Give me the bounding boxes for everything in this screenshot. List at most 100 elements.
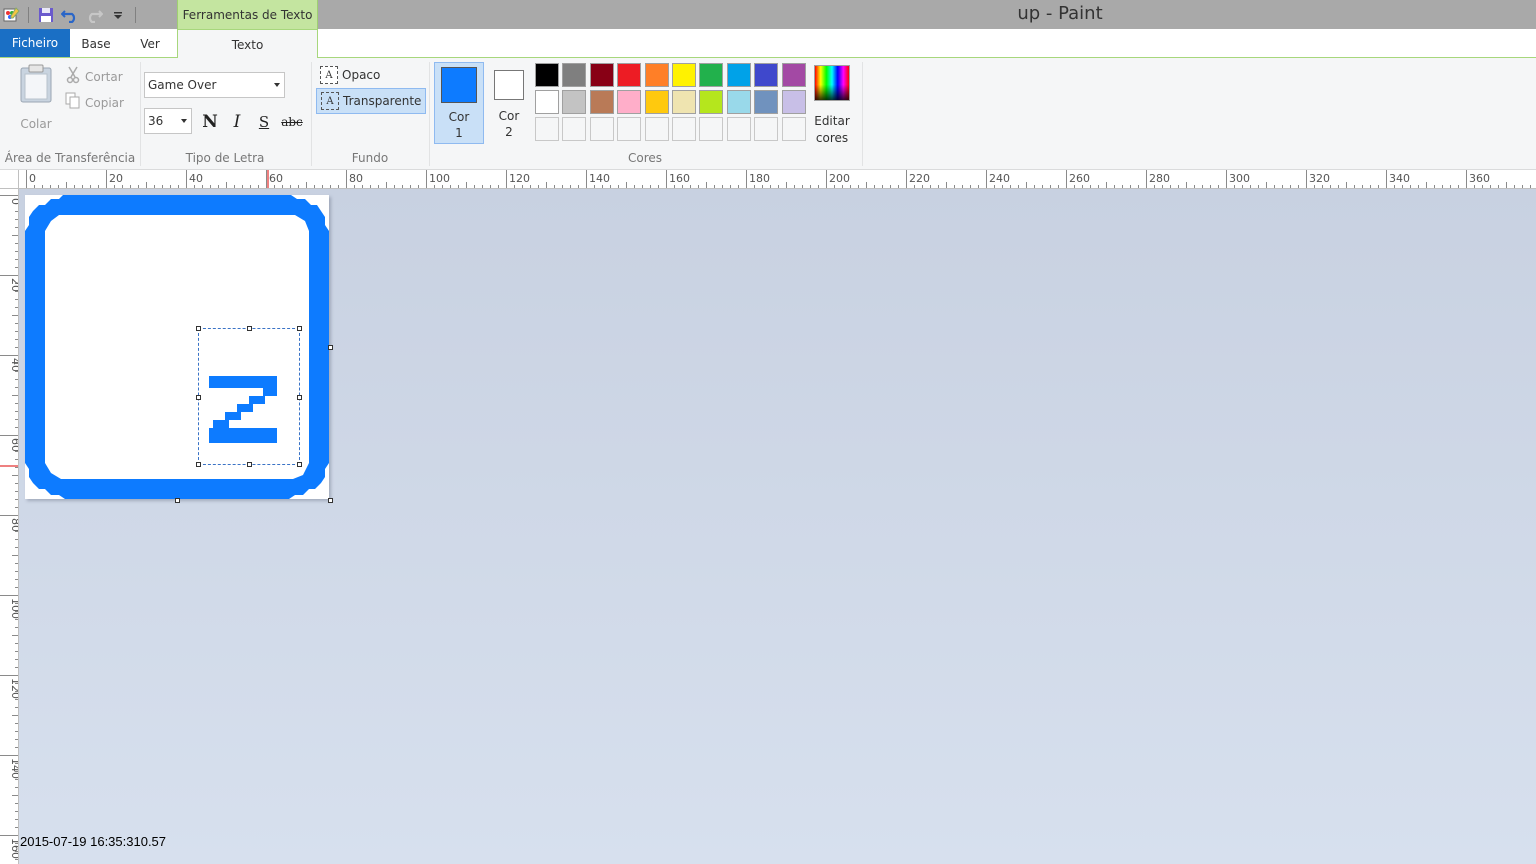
group-label-clipboard: Área de Transferência xyxy=(4,151,136,165)
ruler-label: 260 xyxy=(1069,172,1090,185)
resize-handle[interactable] xyxy=(196,395,201,400)
vertical-ruler: 0 20 40 60 80 100 120 140 160 xyxy=(0,189,19,864)
cut-button[interactable]: Cortar xyxy=(65,66,123,87)
palette-color-swatch[interactable] xyxy=(754,63,779,87)
resize-handle[interactable] xyxy=(247,326,252,331)
palette-color-swatch[interactable] xyxy=(562,117,587,141)
group-separator xyxy=(862,62,863,166)
ruler-label: 40 xyxy=(189,172,203,185)
ruler-corner xyxy=(0,170,19,189)
title-bar: Ferramentas de Texto up - Paint xyxy=(0,0,1536,29)
copy-icon xyxy=(65,92,81,113)
ruler-label: 60 xyxy=(9,438,19,452)
color1-swatch xyxy=(441,67,477,103)
palette-color-swatch[interactable] xyxy=(562,90,587,114)
text-selection-box[interactable] xyxy=(196,326,302,467)
transparent-option[interactable]: A Transparente xyxy=(316,88,427,114)
resize-handle[interactable] xyxy=(196,462,201,467)
underline-button[interactable]: S xyxy=(252,110,276,134)
palette-color-swatch[interactable] xyxy=(754,90,779,114)
resize-handle[interactable] xyxy=(196,326,201,331)
palette-color-swatch[interactable] xyxy=(589,117,614,141)
palette-color-swatch[interactable] xyxy=(535,117,559,141)
timestamp-overlay: 2015-07-19 16:35:310.57 xyxy=(20,834,167,849)
ruler-label: 140 xyxy=(589,172,610,185)
palette-color-swatch[interactable] xyxy=(699,63,724,87)
resize-handle[interactable] xyxy=(297,462,302,467)
palette-color-swatch[interactable] xyxy=(589,90,614,114)
undo-icon[interactable] xyxy=(59,4,81,26)
ruler-label: 120 xyxy=(509,172,530,185)
palette-color-swatch[interactable] xyxy=(781,117,806,141)
font-size-value: 36 xyxy=(148,114,164,128)
ruler-label: 0 xyxy=(29,172,36,185)
color-spectrum-icon xyxy=(814,65,850,101)
customize-dropdown-icon[interactable] xyxy=(107,4,129,26)
ruler-label: 320 xyxy=(1309,172,1330,185)
resize-handle[interactable] xyxy=(247,462,252,467)
palette-color-swatch[interactable] xyxy=(699,90,724,114)
ruler-label: 80 xyxy=(9,518,19,532)
redo-icon[interactable] xyxy=(83,4,105,26)
palette-color-swatch[interactable] xyxy=(644,117,669,141)
palette-color-swatch[interactable] xyxy=(617,63,642,87)
palette-color-swatch[interactable] xyxy=(671,63,696,87)
ruler-label: 240 xyxy=(989,172,1010,185)
opaque-option[interactable]: A Opaco xyxy=(316,62,384,88)
context-tab-text-tools: Ferramentas de Texto xyxy=(177,0,318,29)
paste-button[interactable]: Colar xyxy=(14,64,58,131)
ruler-label: 20 xyxy=(9,278,19,292)
resize-handle[interactable] xyxy=(297,326,302,331)
scissors-icon xyxy=(65,66,81,87)
copy-button[interactable]: Copiar xyxy=(65,92,124,113)
bold-button[interactable]: N xyxy=(198,110,222,134)
ribbon: Colar Cortar Copiar Área de Transferênci… xyxy=(0,58,1536,170)
italic-button[interactable]: I xyxy=(225,110,249,134)
color2-button[interactable]: Cor 2 xyxy=(484,62,534,144)
palette-color-swatch[interactable] xyxy=(781,90,806,114)
palette-color-swatch[interactable] xyxy=(644,63,669,87)
paint-app-icon[interactable] xyxy=(0,4,22,26)
ruler-label: 120 xyxy=(9,678,19,699)
clipboard-icon xyxy=(18,64,54,107)
strikethrough-button[interactable]: abc xyxy=(279,110,305,134)
palette-color-swatch[interactable] xyxy=(726,90,751,114)
palette-color-swatch[interactable] xyxy=(754,117,779,141)
edit-colors-label: Editar xyxy=(814,114,850,128)
chevron-down-icon xyxy=(181,119,187,123)
palette-color-swatch[interactable] xyxy=(671,117,696,141)
palette-color-swatch[interactable] xyxy=(644,90,669,114)
ruler-label: 220 xyxy=(909,172,930,185)
palette-color-swatch[interactable] xyxy=(699,117,724,141)
ruler-label: 280 xyxy=(1149,172,1170,185)
group-label-font: Tipo de Letra xyxy=(185,151,265,165)
palette-color-swatch[interactable] xyxy=(562,63,587,87)
font-family-value: Game Over xyxy=(148,78,217,92)
tab-text[interactable]: Texto xyxy=(177,29,318,59)
tab-home[interactable]: Base xyxy=(72,29,120,58)
color1-button[interactable]: Cor 1 xyxy=(434,62,484,144)
edit-colors-button[interactable]: Editar cores xyxy=(812,63,852,147)
ruler-label: 300 xyxy=(1229,172,1250,185)
canvas-resize-handle-corner[interactable] xyxy=(328,498,333,503)
font-family-select[interactable]: Game Over xyxy=(144,72,285,98)
canvas-resize-handle-right[interactable] xyxy=(328,345,333,350)
palette-color-swatch[interactable] xyxy=(617,90,642,114)
palette-color-swatch[interactable] xyxy=(535,63,559,87)
tab-file[interactable]: Ficheiro xyxy=(0,29,70,57)
palette-color-swatch[interactable] xyxy=(671,90,696,114)
opaque-label: Opaco xyxy=(342,68,381,82)
resize-handle[interactable] xyxy=(297,395,302,400)
ribbon-tabs: Ficheiro Base Ver Texto xyxy=(0,29,1536,59)
palette-color-swatch[interactable] xyxy=(781,63,806,87)
tab-view[interactable]: Ver xyxy=(126,29,174,58)
palette-color-swatch[interactable] xyxy=(617,117,642,141)
font-size-select[interactable]: 36 xyxy=(144,108,192,134)
palette-color-swatch[interactable] xyxy=(726,63,751,87)
palette-color-swatch[interactable] xyxy=(726,117,751,141)
ruler-label: 160 xyxy=(9,838,19,859)
palette-color-swatch[interactable] xyxy=(589,63,614,87)
canvas-resize-handle-bottom[interactable] xyxy=(175,498,180,503)
save-icon[interactable] xyxy=(35,4,57,26)
palette-color-swatch[interactable] xyxy=(535,90,559,114)
